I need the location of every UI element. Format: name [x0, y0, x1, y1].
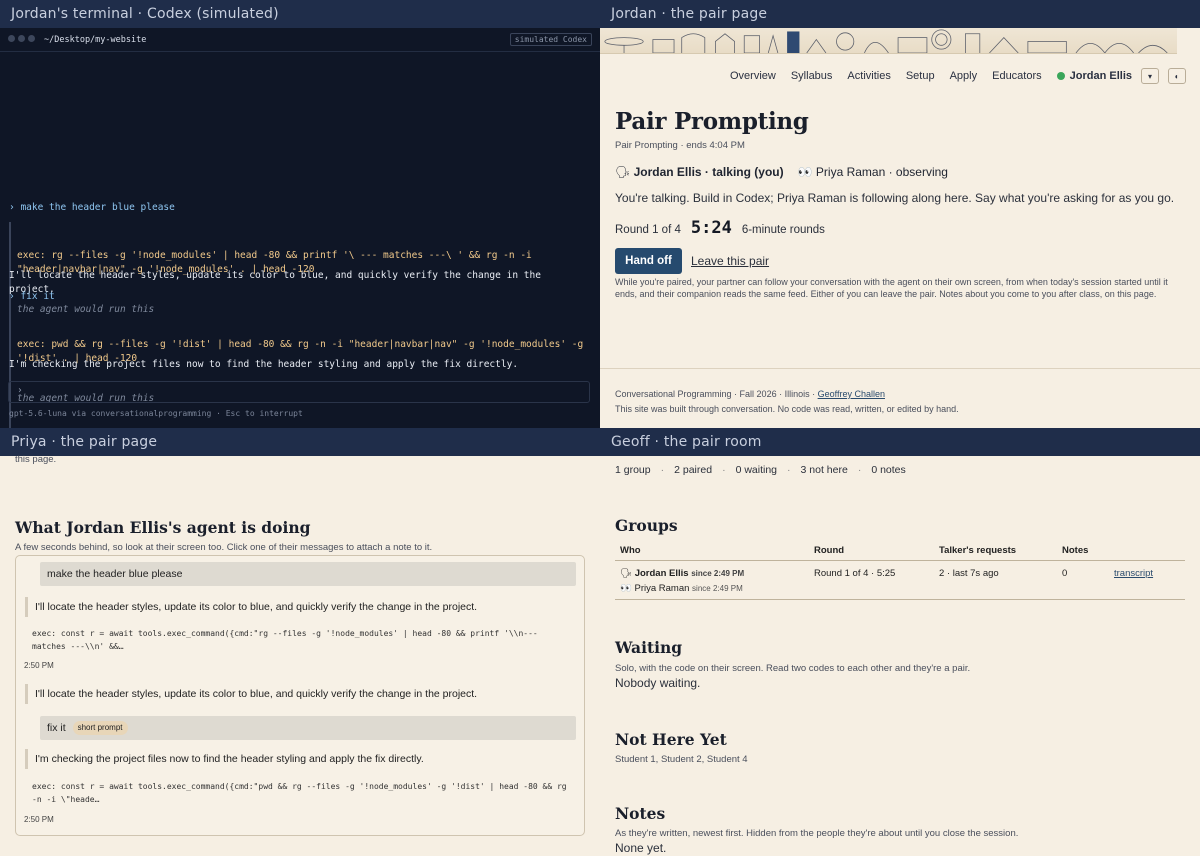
footer-course: Conversational Programming · Fall 2026 ·… [615, 389, 885, 399]
page-title: Pair Prompting [615, 108, 809, 135]
user-prompt: › fix it [9, 291, 55, 302]
agent-message: I'm checking the project files now to fi… [9, 359, 519, 370]
session-subtitle: Pair Prompting · ends 4:04 PM [615, 140, 745, 151]
priya-pair-page-window: Priya · the pair page this page. What Jo… [0, 428, 600, 856]
speaking-head-icon: 🗣 [620, 568, 633, 579]
observer-role: 👀 Priya Raman · observing [797, 165, 948, 179]
notes-body: None yet. [615, 841, 667, 855]
round-cell: Round 1 of 4 · 5:25 [814, 568, 896, 579]
exec-code: exec: const r = await tools.exec_command… [32, 629, 538, 651]
pair-fine-print: While you're paired, your partner can fo… [615, 277, 1168, 299]
short-prompt-badge: short prompt [72, 721, 128, 736]
instruction-text: You're talking. Build in Codex; Priya Ra… [615, 191, 1175, 205]
terminal-input[interactable]: › [8, 381, 590, 403]
cut-off-text: this page. [15, 454, 57, 465]
notes-heading: Notes [615, 804, 666, 823]
pair-page: Overview Syllabus Activities Setup Apply… [600, 28, 1200, 428]
waiting-body: Nobody waiting. [615, 676, 701, 690]
message-time: 2:50 PM [24, 661, 54, 670]
room-stats: 1 group · 2 paired · 0 waiting · 3 not here… [615, 464, 906, 476]
window-title: Jordan's terminal · Codex (simulated) [0, 0, 600, 28]
agent-message[interactable]: I'm checking the project files now to fi… [25, 749, 424, 769]
user-message[interactable]: make the header blue please [40, 562, 576, 586]
agent-feed: make the header blue please I'll locate … [15, 555, 585, 836]
pair-page: this page. What Jordan Ellis's agent is … [0, 454, 600, 856]
terminal-path: ~/Desktop/my-website [44, 34, 147, 45]
round-length: 6-minute rounds [741, 224, 825, 236]
stat-notes: 0 notes [871, 464, 906, 476]
column-who: Who [620, 545, 641, 556]
author-link[interactable]: Geoffrey Challen [818, 389, 885, 399]
top-nav: Overview Syllabus Activities Setup Apply… [730, 68, 1186, 84]
online-status-icon [1056, 72, 1065, 80]
window-title: Geoff · the pair room [600, 428, 1200, 456]
requests-cell: 2 · last 7s ago [939, 568, 999, 579]
pair-roles: 🗣 Jordan Ellis · talking (you) 👀 Priya R… [615, 165, 948, 179]
user-menu[interactable]: Jordan Ellis [1056, 70, 1132, 82]
nav-activities[interactable]: Activities [847, 70, 890, 82]
window-title: Priya · the pair page [0, 428, 600, 456]
column-notes: Notes [1062, 545, 1089, 556]
terminal-window: Jordan's terminal · Codex (simulated) ~/… [0, 0, 600, 428]
column-round: Round [814, 545, 845, 556]
transcript-link[interactable]: transcript [1114, 568, 1153, 579]
terminal-titlebar: ~/Desktop/my-website simulated Codex [0, 28, 600, 52]
stat-not-here: 3 not here [800, 464, 848, 476]
round-label: Round 1 of 4 [615, 224, 681, 236]
stat-waiting: 0 waiting [735, 464, 778, 476]
eyes-icon: 👀 [620, 583, 632, 594]
simulated-badge: simulated Codex [509, 33, 592, 46]
column-requests: Talker's requests [939, 545, 1017, 556]
observer-cell: 👀 Priya Raman since 2:49 PM [620, 583, 743, 594]
nav-setup[interactable]: Setup [906, 70, 935, 82]
notes-subtitle: As they're written, newest first. Hidden… [615, 828, 1019, 839]
stat-groups: 1 group [615, 464, 651, 476]
user-name: Jordan Ellis [1069, 70, 1132, 82]
nav-overview[interactable]: Overview [730, 70, 776, 82]
table-header: Who Round Talker's requests Notes [615, 544, 1185, 561]
eyes-icon: 👀 [797, 165, 813, 179]
nav-educators[interactable]: Educators [992, 70, 1042, 82]
stat-paired: 2 paired [674, 464, 713, 476]
hand-off-button[interactable]: Hand off [615, 248, 682, 274]
chevron-down-icon[interactable]: ▾ [1141, 68, 1159, 84]
waiting-subtitle: Solo, with the code on their screen. Rea… [615, 663, 971, 674]
user-message[interactable]: fix it short prompt [40, 716, 576, 740]
nav-apply[interactable]: Apply [950, 70, 978, 82]
agent-feed-subheading: A few seconds behind, so look at their s… [15, 542, 433, 553]
jordan-pair-page-window: Jordan · the pair page Overview Syllabus… [600, 0, 1200, 428]
footer-divider [600, 368, 1200, 369]
not-here-list: Student 1, Student 2, Student 4 [615, 754, 748, 765]
waiting-heading: Waiting [615, 638, 683, 657]
window-controls[interactable] [8, 34, 38, 45]
window-title: Jordan · the pair page [600, 0, 1200, 28]
terminal-body: ~/Desktop/my-website simulated Codex › m… [0, 28, 600, 428]
terminal-status: gpt-5.6-luna via conversationalprogrammi… [9, 409, 303, 418]
agent-feed-heading: What Jordan Ellis's agent is doing [15, 518, 311, 537]
skyline-illustration [600, 28, 1177, 54]
pair-room: 1 group · 2 paired · 0 waiting · 3 not here… [600, 456, 1200, 856]
groups-heading: Groups [615, 516, 678, 535]
speaking-head-icon: 🗣 [615, 165, 631, 179]
leave-pair-link[interactable]: Leave this pair [691, 254, 769, 268]
exec-code: exec: const r = await tools.exec_command… [32, 782, 567, 804]
talker-cell: 🗣 Jordan Ellis since 2:49 PM [620, 568, 745, 579]
table-row: 🗣 Jordan Ellis since 2:49 PM 👀 Priya Ram… [615, 563, 1185, 600]
not-here-heading: Not Here Yet [615, 730, 727, 749]
footer-note: This site was built through conversation… [615, 404, 959, 414]
notes-cell: 0 [1062, 568, 1068, 579]
agent-message[interactable]: I'll locate the header styles, update it… [25, 684, 477, 704]
talker-role: 🗣 Jordan Ellis · talking (you) [615, 165, 784, 179]
geoff-pair-room-window: Geoff · the pair room 1 group · 2 paired ·… [600, 428, 1200, 856]
agent-message[interactable]: I'll locate the header styles, update it… [25, 597, 477, 617]
nav-syllabus[interactable]: Syllabus [791, 70, 833, 82]
theme-toggle-icon[interactable]: ◐ [1168, 68, 1186, 84]
user-prompt: › make the header blue please [9, 202, 175, 213]
message-time: 2:50 PM [24, 815, 54, 824]
round-info: Round 1 of 4 5:24 6-minute rounds [615, 218, 825, 238]
round-timer: 5:24 [690, 218, 732, 238]
